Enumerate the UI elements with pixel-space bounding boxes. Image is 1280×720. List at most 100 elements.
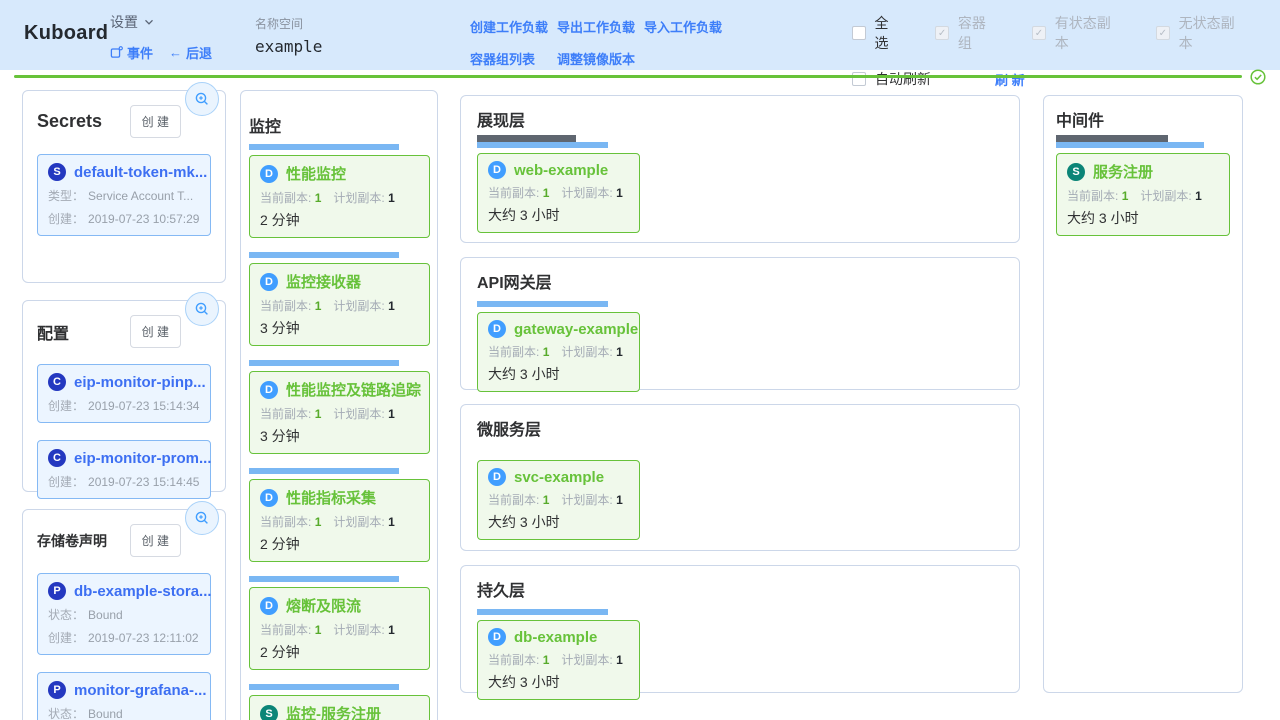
workload-name[interactable]: 性能监控 [286, 163, 346, 184]
secret-card[interactable]: S default-token-mk... 类型：Service Account… [37, 154, 211, 236]
workload-name[interactable]: 监控接收器 [286, 271, 361, 292]
deployment-icon: D [488, 468, 506, 486]
pvc-name[interactable]: db-example-stora... [74, 583, 212, 600]
section-title-secrets: Secrets [37, 111, 130, 132]
zoom-in-button[interactable] [185, 292, 219, 326]
configmap-name[interactable]: eip-monitor-pinp... [74, 374, 206, 391]
pod-list-link[interactable]: 容器组列表 [470, 49, 535, 68]
workload-card[interactable]: Dgateway-example 当前副本: 1计划副本: 1 大约 3 小时 [477, 312, 640, 392]
deployment-icon: D [260, 165, 278, 183]
replica-info: 当前副本: 1计划副本: 1 [488, 184, 629, 201]
checkbox-select-all[interactable]: 全选 [852, 13, 901, 53]
pvc-name[interactable]: monitor-grafana-... [74, 682, 207, 699]
workload-actions: 创建工作负载 导出工作负载 导入工作负载 容器组列表 调整镜像版本 [470, 17, 722, 68]
pvc-icon: P [48, 582, 66, 600]
magnifier-plus-icon [194, 301, 210, 317]
create-config-button[interactable]: 创 建 [130, 315, 181, 348]
workload-name[interactable]: 性能指标采集 [286, 487, 376, 508]
drag-bar-dark [477, 135, 576, 142]
nav-group: 设置 事件 ← 后退 [110, 12, 212, 62]
workload-age: 大约 3 小时 [488, 205, 629, 225]
deployment-icon: D [260, 381, 278, 399]
drag-bar [477, 301, 608, 307]
app-header: Kuboard 设置 事件 ← 后退 名称空间 example 创建工作负载 导… [0, 0, 1280, 70]
zoom-in-button[interactable] [185, 501, 219, 535]
workload-card[interactable]: D监控接收器 当前副本: 1计划副本: 1 3 分钟 [249, 263, 430, 346]
secret-created-line: 创建：2019-07-23 10:57:29 [48, 210, 200, 227]
workload-card[interactable]: D性能监控 当前副本: 1计划副本: 1 2 分钟 [249, 155, 430, 238]
pvc-section: 存储卷声明 创 建 P db-example-stora... 状态：Bound… [22, 509, 226, 720]
workload-name[interactable]: db-example [514, 629, 597, 646]
workload-name[interactable]: 服务注册 [1093, 161, 1153, 182]
create-pvc-button[interactable]: 创 建 [130, 524, 181, 557]
replica-info: 当前副本: 1计划副本: 1 [488, 491, 629, 508]
pvc-card[interactable]: P monitor-grafana-... 状态：Bound [37, 672, 211, 720]
layer-title: 持久层 [477, 582, 1003, 602]
pvc-card[interactable]: P db-example-stora... 状态：Bound 创建：2019-0… [37, 573, 211, 655]
workload-card[interactable]: S服务注册 当前副本: 1计划副本: 1 大约 3 小时 [1056, 153, 1230, 236]
secret-type-line: 类型：Service Account T... [48, 187, 200, 204]
export-workload-link[interactable]: 导出工作负载 [557, 17, 635, 36]
configmap-card[interactable]: C eip-monitor-pinp... 创建：2019-07-23 15:1… [37, 364, 211, 423]
deployment-icon: D [260, 597, 278, 615]
replica-info: 当前副本: 1计划副本: 1 [488, 651, 629, 668]
workload-name[interactable]: 性能监控及链路追踪 [286, 379, 421, 400]
monitor-section: 监控 D性能监控 当前副本: 1计划副本: 1 2 分钟 D监控接收器 当前副本… [240, 90, 438, 720]
checkbox-checked-icon [1032, 26, 1046, 40]
create-workload-link[interactable]: 创建工作负载 [470, 17, 548, 36]
workload-card[interactable]: D熔断及限流 当前副本: 1计划副本: 1 2 分钟 [249, 587, 430, 670]
layer-section-persistence: 持久层 Ddb-example 当前副本: 1计划副本: 1 大约 3 小时 [460, 565, 1020, 693]
section-title-config: 配置 [37, 320, 130, 344]
zoom-in-button[interactable] [185, 82, 219, 116]
workload-name[interactable]: gateway-example [514, 321, 638, 338]
layer-title: API网关层 [477, 274, 1003, 294]
replica-info: 当前副本: 1计划副本: 1 [260, 189, 419, 206]
adjust-image-version-link[interactable]: 调整镜像版本 [557, 49, 635, 68]
section-title-middleware: 中间件 [1056, 112, 1230, 132]
workload-card[interactable]: Dweb-example 当前副本: 1计划副本: 1 大约 3 小时 [477, 153, 640, 233]
checkbox-pods: 容器组 [935, 13, 998, 53]
drag-bar [249, 576, 399, 582]
checkbox-deployment: 无状态副本 [1156, 13, 1246, 53]
workload-name[interactable]: svc-example [514, 469, 604, 486]
configmap-name[interactable]: eip-monitor-prom... [74, 450, 212, 467]
workloads-board: Secrets 创 建 S default-token-mk... 类型：Ser… [0, 80, 1280, 720]
workload-card[interactable]: Ddb-example 当前副本: 1计划副本: 1 大约 3 小时 [477, 620, 640, 700]
drag-bar [249, 144, 399, 150]
pvc-icon: P [48, 681, 66, 699]
workload-card[interactable]: Dsvc-example 当前副本: 1计划副本: 1 大约 3 小时 [477, 460, 640, 540]
layer-section-microservice: 微服务层 Dsvc-example 当前副本: 1计划副本: 1 大约 3 小时 [460, 404, 1020, 551]
create-secret-button[interactable]: 创 建 [130, 105, 181, 138]
checkbox-checked-icon [1156, 26, 1170, 40]
configmap-card[interactable]: C eip-monitor-prom... 创建：2019-07-23 15:1… [37, 440, 211, 499]
back-link[interactable]: ← 后退 [169, 43, 212, 62]
settings-menu[interactable]: 设置 [110, 12, 212, 32]
replica-info: 当前副本: 1计划副本: 1 [1067, 187, 1219, 204]
deployment-icon: D [260, 489, 278, 507]
service-icon: S [260, 705, 278, 720]
namespace-value[interactable]: example [255, 37, 322, 56]
back-label: 后退 [186, 43, 212, 62]
workload-name[interactable]: 监控-服务注册 [286, 703, 381, 720]
workload-card[interactable]: D性能指标采集 当前副本: 1计划副本: 1 2 分钟 [249, 479, 430, 562]
configmap-icon: C [48, 449, 66, 467]
workload-card[interactable]: S监控-服务注册 当前副本: 1计划副本: 1 2 分钟 [249, 695, 430, 720]
checkbox-checked-icon [935, 26, 949, 40]
progress-line [14, 75, 1242, 78]
secrets-section: Secrets 创 建 S default-token-mk... 类型：Ser… [22, 90, 226, 283]
kuboard-logo[interactable]: Kuboard [24, 22, 108, 45]
events-link[interactable]: 事件 [110, 43, 153, 62]
workload-card[interactable]: D性能监控及链路追踪 当前副本: 1计划副本: 1 3 分钟 [249, 371, 430, 454]
replica-info: 当前副本: 1计划副本: 1 [488, 343, 629, 360]
import-workload-link[interactable]: 导入工作负载 [644, 17, 722, 36]
section-title-monitor: 监控 [249, 113, 430, 137]
magnifier-plus-icon [194, 510, 210, 526]
deployment-icon: D [488, 320, 506, 338]
pvc-status-line: 状态：Bound [48, 705, 200, 720]
workload-name[interactable]: 熔断及限流 [286, 595, 361, 616]
pvc-created-line: 创建：2019-07-23 12:11:02 [48, 629, 200, 646]
secret-name[interactable]: default-token-mk... [74, 164, 207, 181]
drag-bar [1056, 142, 1204, 148]
drag-bar-dark [1056, 135, 1168, 142]
workload-name[interactable]: web-example [514, 162, 608, 179]
